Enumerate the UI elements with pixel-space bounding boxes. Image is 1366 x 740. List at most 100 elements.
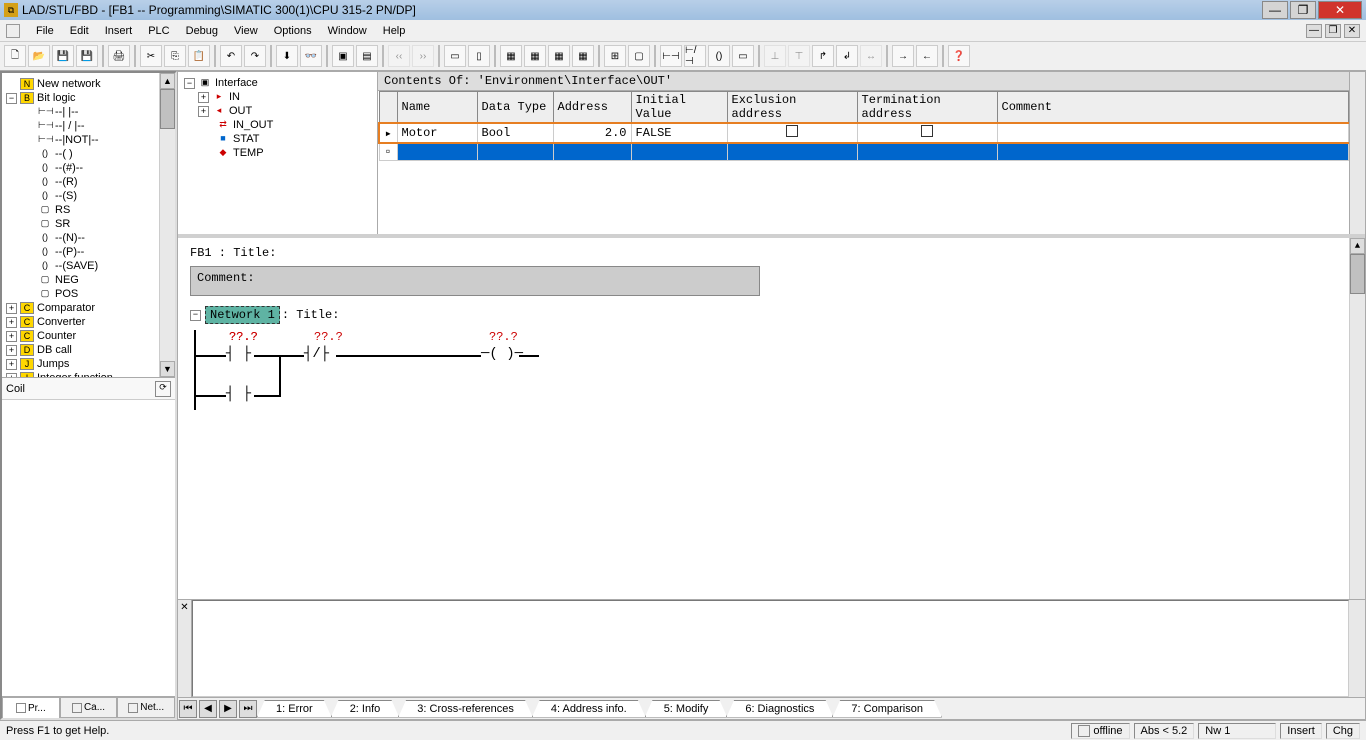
menu-window[interactable]: Window xyxy=(320,23,375,39)
if-in[interactable]: +▸IN xyxy=(182,90,373,104)
tree-item[interactable]: ()--(S) xyxy=(4,189,173,203)
interface-scrollbar[interactable] xyxy=(1349,72,1365,234)
tree-intfn[interactable]: +IInteger function xyxy=(4,371,173,377)
tree-jumps[interactable]: +JJumps xyxy=(4,357,173,371)
saveall-icon[interactable]: 💾 xyxy=(76,45,98,67)
monitor-icon[interactable]: 👓 xyxy=(300,45,322,67)
navback-icon[interactable]: ‹‹ xyxy=(388,45,410,67)
if-inout[interactable]: ⇄IN_OUT xyxy=(182,118,373,132)
tile1-icon[interactable]: ▦ xyxy=(500,45,522,67)
comment-box[interactable]: Comment: xyxy=(190,266,760,296)
collapse-icon[interactable]: − xyxy=(190,310,201,321)
tab-error[interactable]: 1: Error xyxy=(257,700,332,718)
tree-item[interactable]: ⊢⊣--| |-- xyxy=(4,105,173,119)
menu-edit[interactable]: Edit xyxy=(62,23,97,39)
tree-item[interactable]: ▢SR xyxy=(4,217,173,231)
program-editor[interactable]: FB1 : Title: Comment: − Network 1 : Titl… xyxy=(178,238,1365,599)
scroll-thumb[interactable] xyxy=(1350,254,1365,294)
tree-converter[interactable]: +CConverter xyxy=(4,315,173,329)
table-row[interactable]: ▸ Motor Bool 2.0 FALSE xyxy=(379,123,1349,143)
tree-item[interactable]: ()--(R) xyxy=(4,175,173,189)
if-out[interactable]: +◂OUT xyxy=(182,104,373,118)
refresh-icon[interactable]: ⟳ xyxy=(155,381,171,397)
tree-new-network[interactable]: NNew network xyxy=(4,77,173,91)
catalog-scrollbar[interactable]: ▲ ▼ xyxy=(159,73,175,377)
undo-icon[interactable]: ↶ xyxy=(220,45,242,67)
tree-item[interactable]: ()--(N)-- xyxy=(4,231,173,245)
editor-scrollbar[interactable]: ▲ xyxy=(1349,238,1365,599)
catalog-tree[interactable]: NNew network −BBit logic ⊢⊣--| |-- ⊢⊣--|… xyxy=(2,73,175,377)
tile2-icon[interactable]: ▦ xyxy=(524,45,546,67)
tab-crossref[interactable]: 3: Cross-references xyxy=(398,700,533,718)
tab-program[interactable]: Pr... xyxy=(2,697,60,718)
save-icon[interactable]: 💾 xyxy=(52,45,74,67)
tree-item[interactable]: ▢POS xyxy=(4,287,173,301)
scroll-thumb[interactable] xyxy=(160,89,175,129)
address-placeholder[interactable]: ??.? xyxy=(489,330,518,344)
interface-table[interactable]: Name Data Type Address Initial Value Exc… xyxy=(378,91,1349,161)
tree-counter[interactable]: +CCounter xyxy=(4,329,173,343)
tree-bit-logic[interactable]: −BBit logic xyxy=(4,91,173,105)
closebranch-icon[interactable]: ↲ xyxy=(836,45,858,67)
open-icon[interactable]: 📂 xyxy=(28,45,50,67)
tab-modify[interactable]: 5: Modify xyxy=(645,700,728,718)
scroll-down-icon[interactable]: ▼ xyxy=(160,361,175,377)
block-icon[interactable]: ▣ xyxy=(332,45,354,67)
tree-item[interactable]: ()--( ) xyxy=(4,147,173,161)
menu-plc[interactable]: PLC xyxy=(140,23,177,39)
block2-icon[interactable]: ▢ xyxy=(628,45,650,67)
tab-info[interactable]: 2: Info xyxy=(331,700,400,718)
ref-icon[interactable]: ▤ xyxy=(356,45,378,67)
tab-compare[interactable]: 7: Comparison xyxy=(832,700,942,718)
cut-icon[interactable]: ✂ xyxy=(140,45,162,67)
doc-close-button[interactable]: ✕ xyxy=(1344,24,1360,38)
if-temp[interactable]: ◆TEMP xyxy=(182,146,373,160)
if-root[interactable]: −▣Interface xyxy=(182,76,373,90)
menu-view[interactable]: View xyxy=(226,23,266,39)
menu-debug[interactable]: Debug xyxy=(178,23,226,39)
tree-item[interactable]: ▢NEG xyxy=(4,273,173,287)
goto1-icon[interactable]: → xyxy=(892,45,914,67)
view2-icon[interactable]: ▯ xyxy=(468,45,490,67)
scroll-up-icon[interactable]: ▲ xyxy=(1350,238,1365,254)
checkbox[interactable] xyxy=(786,125,798,137)
network-icon[interactable]: ⊞ xyxy=(604,45,626,67)
coil-icon[interactable]: () xyxy=(708,45,730,67)
tab-networks[interactable]: Net... xyxy=(117,697,175,718)
goto2-icon[interactable]: ← xyxy=(916,45,938,67)
doc-minimize-button[interactable]: — xyxy=(1306,24,1322,38)
address-placeholder[interactable]: ??.? xyxy=(229,330,258,344)
checkbox[interactable] xyxy=(921,125,933,137)
print-icon[interactable]: 🖨 xyxy=(108,45,130,67)
tab-addrinfo[interactable]: 4: Address info. xyxy=(532,700,646,718)
menu-insert[interactable]: Insert xyxy=(97,23,141,39)
tree-item[interactable]: ⊢⊣--| / |-- xyxy=(4,119,173,133)
ladder-diagram[interactable]: ??.? ┤ ├ ??.? ┤/├ ??.? ─( )─ ??.? ┤ ├ xyxy=(194,330,1353,430)
network-label[interactable]: Network 1 xyxy=(205,306,280,324)
view1-icon[interactable]: ▭ xyxy=(444,45,466,67)
tree-comparator[interactable]: +CComparator xyxy=(4,301,173,315)
contact-icon[interactable]: ⊢⊣ xyxy=(660,45,682,67)
output-content[interactable] xyxy=(192,600,1349,697)
address-placeholder[interactable]: ??.? xyxy=(314,330,343,344)
branch1-icon[interactable]: ⊥ xyxy=(764,45,786,67)
tab-call[interactable]: Ca... xyxy=(60,697,118,718)
tab-next-icon[interactable]: ▶ xyxy=(219,700,237,718)
scroll-up-icon[interactable]: ▲ xyxy=(160,73,175,89)
branch2-icon[interactable]: ⊤ xyxy=(788,45,810,67)
doc-restore-button[interactable]: ❐ xyxy=(1325,24,1341,38)
tree-dbcall[interactable]: +DDB call xyxy=(4,343,173,357)
new-icon[interactable]: 🗋 xyxy=(4,45,26,67)
redo-icon[interactable]: ↷ xyxy=(244,45,266,67)
maximize-button[interactable]: ❐ xyxy=(1290,1,1316,19)
minimize-button[interactable]: — xyxy=(1262,1,1288,19)
menu-options[interactable]: Options xyxy=(266,23,320,39)
box-icon[interactable]: ▭ xyxy=(732,45,754,67)
table-new-row[interactable]: ▫ xyxy=(379,143,1349,161)
paste-icon[interactable]: 📋 xyxy=(188,45,210,67)
tree-item[interactable]: ()--(SAVE) xyxy=(4,259,173,273)
tree-item[interactable]: ▢RS xyxy=(4,203,173,217)
tile3-icon[interactable]: ▦ xyxy=(548,45,570,67)
menu-help[interactable]: Help xyxy=(375,23,414,39)
tab-first-icon[interactable]: ⏮ xyxy=(179,700,197,718)
